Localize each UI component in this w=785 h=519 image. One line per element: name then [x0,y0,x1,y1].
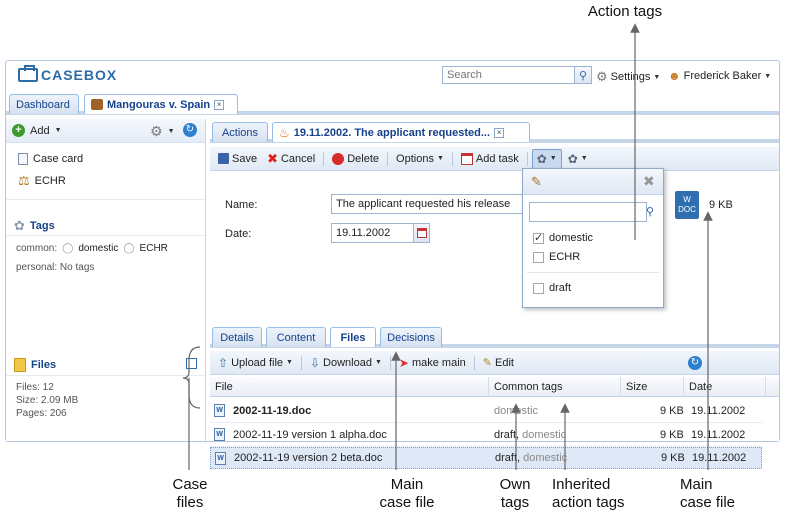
annotation-main-case-file-doc: Main case file [680,476,736,511]
annotation-own-tags: Own tags [499,476,531,511]
bracket-case-files [182,346,201,409]
annotation-arrows [182,23,713,470]
annotation-case-files: Case files [172,476,208,511]
annotation-main-case-file: Main case file [379,476,435,511]
annotation-inherited-action-tags: Inherited action tags [552,476,625,511]
